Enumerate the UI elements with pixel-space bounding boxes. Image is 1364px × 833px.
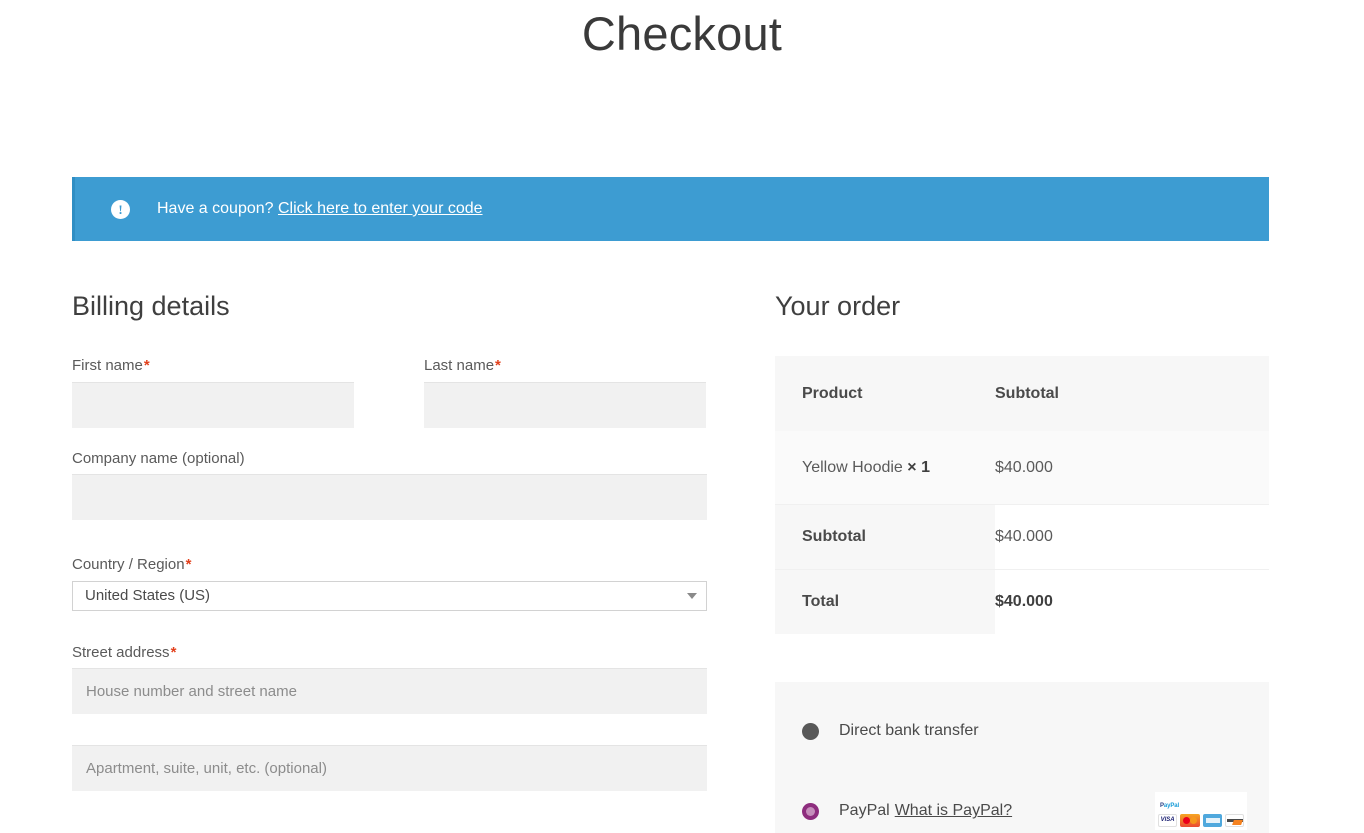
billing-details-heading: Billing details xyxy=(72,291,230,321)
checkout-page: Checkout ! Have a coupon? Click here to … xyxy=(0,0,1364,833)
order-table-head: Product Subtotal xyxy=(775,356,1269,432)
first-name-label-text: First name xyxy=(72,357,143,375)
coupon-prompt: Have a coupon? xyxy=(157,200,274,217)
table-row: Total $40.000 xyxy=(775,569,1269,635)
cart-item-name-cell: Yellow Hoodie × 1 xyxy=(775,431,995,505)
street-address-label: Street address* xyxy=(72,643,707,663)
coupon-banner[interactable]: ! Have a coupon? Click here to enter you… xyxy=(72,177,1269,241)
last-name-field: Last name* xyxy=(424,356,706,428)
radio-selected-icon[interactable] xyxy=(802,802,819,820)
street-address-line2-input[interactable] xyxy=(72,745,707,792)
payment-methods-box: Direct bank transfer PayPal What is PayPa… xyxy=(775,682,1269,833)
country-region-label-text: Country / Region xyxy=(72,556,185,574)
required-asterisk: * xyxy=(495,357,501,375)
last-name-label: Last name* xyxy=(424,356,706,376)
total-amount: $40.000 xyxy=(995,569,1269,635)
required-asterisk: * xyxy=(185,556,192,574)
payment-option-direct-bank-transfer[interactable]: Direct bank transfer xyxy=(775,710,1269,752)
coupon-text: Have a coupon? Click here to enter your … xyxy=(157,200,483,218)
billing-details-section: Billing details First name* Last name* C… xyxy=(72,290,707,812)
first-name-field: First name* xyxy=(72,356,354,428)
paypal-label-text: PayPal xyxy=(839,802,890,820)
coupon-link[interactable]: Click here to enter your code xyxy=(278,200,483,217)
company-name-field: Company name (optional) xyxy=(72,449,707,521)
country-region-field: Country / Region* United States (US) xyxy=(72,555,707,611)
total-label: Total xyxy=(775,569,995,635)
column-header-subtotal: Subtotal xyxy=(995,384,1059,402)
table-row: Subtotal $40.000 xyxy=(775,504,1269,570)
company-name-label: Company name (optional) xyxy=(72,449,245,467)
table-row: Yellow Hoodie × 1 $40.000 xyxy=(775,431,1269,505)
first-name-label: First name* xyxy=(72,356,354,376)
cart-item-quantity: × 1 xyxy=(907,459,930,476)
amex-card-icon xyxy=(1202,814,1222,828)
payment-option-label: PayPal What is PayPal? xyxy=(839,802,1012,820)
country-region-label: Country / Region* xyxy=(72,555,707,575)
info-exclamation-icon: ! xyxy=(111,199,130,219)
name-field-row: First name* Last name* xyxy=(72,356,707,449)
column-header-product: Product xyxy=(802,384,863,402)
paypal-logo-icon: PayPal xyxy=(1160,803,1180,810)
last-name-label-text: Last name xyxy=(424,357,495,375)
country-region-selected-value: United States (US) xyxy=(85,587,211,605)
required-asterisk: * xyxy=(143,357,150,375)
your-order-section: Your order Product Subtotal Yellow Hoodi… xyxy=(775,290,1269,833)
accepted-cards-logos: PayPal VISA xyxy=(1155,792,1247,831)
page-title: Checkout xyxy=(581,7,783,60)
order-summary-table: Product Subtotal Yellow Hoodie × 1 $40.0… xyxy=(775,356,1269,635)
payment-option-paypal[interactable]: PayPal What is PayPal? PayPal VISA xyxy=(775,790,1269,832)
required-asterisk: * xyxy=(170,643,177,661)
multiply-icon: × xyxy=(907,458,917,476)
payment-option-label: Direct bank transfer xyxy=(839,722,979,740)
country-region-select[interactable]: United States (US) xyxy=(72,580,707,611)
company-name-input[interactable] xyxy=(72,474,707,521)
what-is-paypal-link[interactable]: What is PayPal? xyxy=(895,802,1012,819)
visa-card-icon: VISA xyxy=(1158,814,1178,828)
cart-item-quantity-value: 1 xyxy=(921,458,930,476)
chevron-down-icon xyxy=(687,592,697,599)
cart-item-amount: $40.000 xyxy=(995,431,1269,505)
your-order-heading: Your order xyxy=(775,291,901,321)
order-table-header-row: Product Subtotal xyxy=(775,356,1269,432)
street-address-line2-field xyxy=(72,745,707,792)
order-table-body: Yellow Hoodie × 1 $40.000 Subtotal $40.0… xyxy=(775,431,1269,635)
subtotal-label: Subtotal xyxy=(775,504,995,570)
street-address-line1-input[interactable] xyxy=(72,668,707,715)
first-name-input[interactable] xyxy=(72,381,354,428)
street-address-field: Street address* xyxy=(72,643,707,715)
cart-item-name: Yellow Hoodie xyxy=(802,458,903,476)
radio-unselected-icon[interactable] xyxy=(802,722,819,740)
last-name-input[interactable] xyxy=(424,381,706,428)
mastercard-card-icon xyxy=(1180,814,1200,828)
discover-card-icon xyxy=(1224,814,1244,828)
street-address-label-text: Street address xyxy=(72,643,170,661)
subtotal-amount: $40.000 xyxy=(995,504,1269,570)
